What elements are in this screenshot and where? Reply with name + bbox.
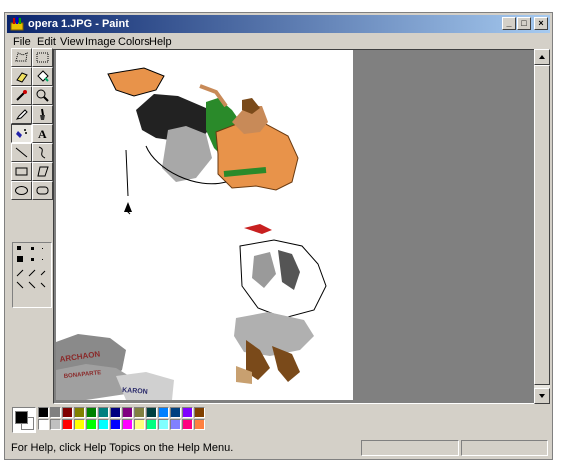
rounded-rectangle-icon[interactable] — [32, 181, 53, 200]
color-swatch[interactable] — [86, 419, 97, 430]
color-swatch[interactable] — [74, 419, 85, 430]
scroll-up-button[interactable] — [534, 49, 550, 65]
vertical-scrollbar[interactable] — [534, 49, 550, 404]
line-icon[interactable] — [11, 143, 32, 162]
color-swatch[interactable] — [182, 407, 193, 418]
minimize-button[interactable]: _ — [502, 17, 516, 30]
color-swatch[interactable] — [74, 407, 85, 418]
svg-text:A: A — [38, 127, 47, 140]
color-swatch[interactable] — [50, 407, 61, 418]
color-swatch[interactable] — [98, 407, 109, 418]
free-form-select-icon[interactable] — [11, 48, 32, 67]
color-swatch[interactable] — [50, 419, 61, 430]
menu-view[interactable]: View — [60, 36, 84, 48]
color-swatch[interactable] — [146, 407, 157, 418]
status-bar: For Help, click Help Topics on the Help … — [7, 439, 550, 457]
title-bar[interactable]: opera 1.JPG - Paint _ □ × — [7, 15, 550, 33]
text-icon[interactable]: A — [32, 124, 53, 143]
tool-options[interactable] — [12, 242, 52, 308]
color-swatch[interactable] — [170, 407, 181, 418]
color-swatch[interactable] — [86, 407, 97, 418]
magnifier-icon[interactable] — [32, 86, 53, 105]
close-button[interactable]: × — [534, 17, 548, 30]
maximize-button[interactable]: □ — [517, 17, 531, 30]
airbrush-icon[interactable] — [11, 124, 32, 143]
polygon-icon[interactable] — [32, 162, 53, 181]
menu-edit[interactable]: Edit — [37, 36, 56, 48]
rectangle-icon[interactable] — [11, 162, 32, 181]
color-swatch[interactable] — [182, 419, 193, 430]
color-swatch[interactable] — [122, 407, 133, 418]
color-swatch[interactable] — [110, 407, 121, 418]
color-swatch[interactable] — [146, 419, 157, 430]
color-swatch[interactable] — [158, 407, 169, 418]
curve-icon[interactable] — [32, 143, 53, 162]
current-colors[interactable] — [12, 407, 36, 433]
select-icon[interactable] — [32, 48, 53, 67]
menu-colors[interactable]: Colors — [118, 36, 150, 48]
eraser-icon[interactable] — [11, 67, 32, 86]
brush-icon[interactable] — [32, 105, 53, 124]
canvas-artwork: ARCHAON BONAPARTE KARON — [56, 67, 327, 400]
ellipse-icon[interactable] — [11, 181, 32, 200]
status-help-text: For Help, click Help Topics on the Help … — [11, 442, 234, 454]
toolbox: A — [7, 48, 57, 394]
status-panel-coordinates — [361, 440, 459, 456]
pick-color-icon[interactable] — [11, 86, 32, 105]
menu-help[interactable]: Help — [149, 36, 172, 48]
canvas-area: ARCHAON BONAPARTE KARON — [53, 49, 541, 404]
scroll-thumb[interactable] — [534, 65, 550, 385]
color-swatch[interactable] — [110, 419, 121, 430]
color-swatch[interactable] — [158, 419, 169, 430]
color-swatch[interactable] — [98, 419, 109, 430]
color-swatch[interactable] — [62, 407, 73, 418]
color-swatch[interactable] — [134, 407, 145, 418]
color-swatch[interactable] — [38, 419, 49, 430]
status-panel-size — [461, 440, 548, 456]
paint-app-icon — [10, 17, 24, 31]
fill-icon[interactable] — [32, 67, 53, 86]
primary-color[interactable] — [15, 411, 28, 424]
color-swatch[interactable] — [134, 419, 145, 430]
window-title: opera 1.JPG - Paint — [28, 18, 129, 30]
paint-window: opera 1.JPG - Paint _ □ × File Edit View… — [4, 12, 553, 460]
color-swatch[interactable] — [122, 419, 133, 430]
color-palette — [7, 404, 550, 440]
color-swatch[interactable] — [194, 407, 205, 418]
menu-image[interactable]: Image — [85, 36, 116, 48]
color-swatch[interactable] — [194, 419, 205, 430]
drawing-canvas[interactable]: ARCHAON BONAPARTE KARON — [56, 50, 353, 400]
color-swatch[interactable] — [170, 419, 181, 430]
brush-shape-options[interactable] — [13, 243, 51, 307]
scroll-down-button[interactable] — [534, 388, 550, 404]
color-swatch[interactable] — [62, 419, 73, 430]
color-swatch[interactable] — [38, 407, 49, 418]
pencil-icon[interactable] — [11, 105, 32, 124]
menu-file[interactable]: File — [13, 36, 31, 48]
